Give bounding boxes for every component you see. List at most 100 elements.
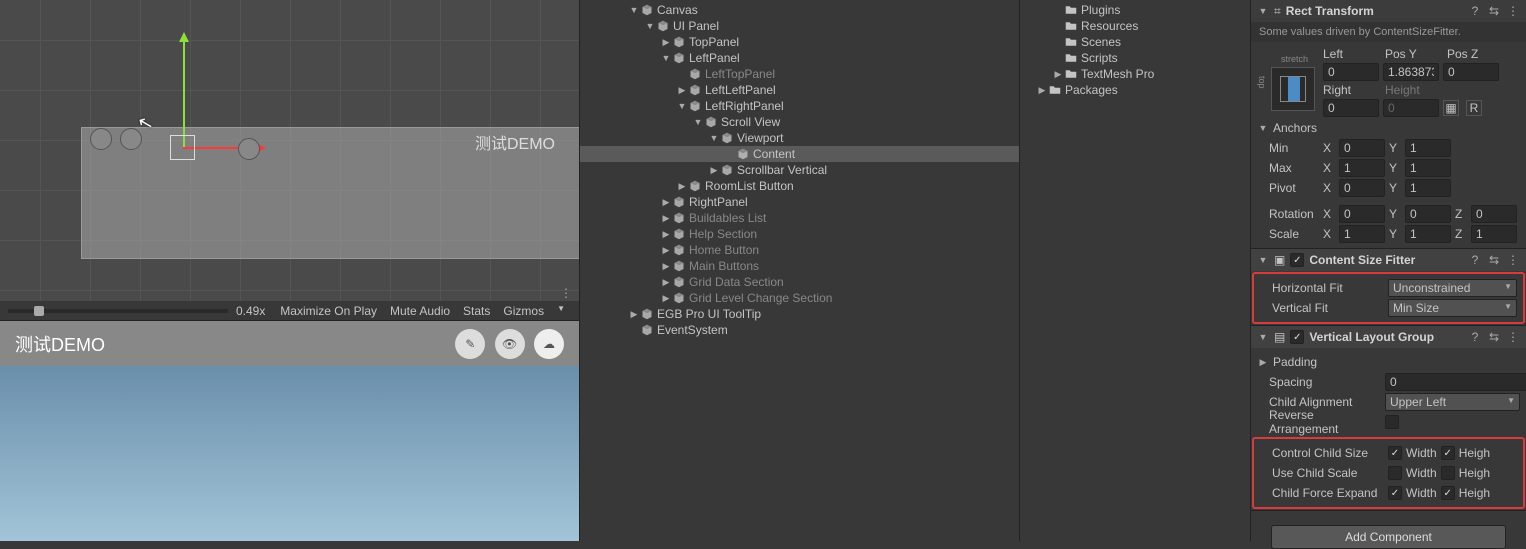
pivot-y[interactable] [1405, 179, 1451, 197]
foldout-icon[interactable] [660, 261, 672, 272]
usescale-height-checkbox[interactable] [1441, 466, 1455, 480]
menu-icon[interactable]: ⋮ [1506, 253, 1520, 267]
foldout-icon[interactable] [660, 53, 672, 63]
foldout-icon[interactable] [676, 181, 688, 192]
hierarchy-item[interactable]: EGB Pro UI ToolTip [580, 306, 1019, 322]
hierarchy-item[interactable]: Scrollbar Vertical [580, 162, 1019, 178]
hierarchy-item[interactable]: LeftTopPanel [580, 66, 1019, 82]
blueprint-mode-button[interactable]: ▦ [1443, 100, 1459, 116]
game-view[interactable]: 测试DEMO ✎ 👁 ☁ [0, 321, 579, 541]
spacing-field[interactable] [1385, 373, 1526, 391]
height-field[interactable] [1383, 99, 1439, 117]
foldout-icon[interactable] [644, 21, 656, 31]
foldout-icon[interactable] [1257, 255, 1269, 265]
control-height-checkbox[interactable] [1441, 446, 1455, 460]
hierarchy-item[interactable]: LeftLeftPanel [580, 82, 1019, 98]
hierarchy-item[interactable]: Grid Data Section [580, 274, 1019, 290]
foldout-icon[interactable] [660, 293, 672, 304]
stats-button[interactable]: Stats [457, 302, 496, 320]
anchor-max-x[interactable] [1339, 159, 1385, 177]
anchor-min-y[interactable] [1405, 139, 1451, 157]
rot-z[interactable] [1471, 205, 1517, 223]
anchor-min-x[interactable] [1339, 139, 1385, 157]
game-cloud-icon[interactable]: ☁ [534, 329, 564, 359]
mute-audio-button[interactable]: Mute Audio [384, 302, 456, 320]
raw-edit-button[interactable]: R [1466, 100, 1482, 116]
project-item[interactable]: TextMesh Pro [1020, 66, 1250, 82]
help-icon[interactable]: ? [1468, 4, 1482, 18]
project-item[interactable]: Scripts [1020, 50, 1250, 66]
posy-field[interactable] [1383, 63, 1439, 81]
left-field[interactable] [1323, 63, 1379, 81]
panel-menu-icon[interactable]: ⋮ [560, 286, 572, 300]
hierarchy-item[interactable]: RoomList Button [580, 178, 1019, 194]
hierarchy-item[interactable]: Scroll View [580, 114, 1019, 130]
hierarchy-item[interactable]: LeftPanel [580, 50, 1019, 66]
hierarchy-item[interactable]: Buildables List [580, 210, 1019, 226]
preset-icon[interactable]: ⇆ [1487, 330, 1501, 344]
scale-x[interactable] [1339, 225, 1385, 243]
hierarchy-item[interactable]: RightPanel [580, 194, 1019, 210]
hierarchy-item[interactable]: Canvas [580, 2, 1019, 18]
project-item[interactable]: Packages [1020, 82, 1250, 98]
foldout-icon[interactable] [692, 117, 704, 127]
project-item[interactable]: Resources [1020, 18, 1250, 34]
expand-height-checkbox[interactable] [1441, 486, 1455, 500]
rot-x[interactable] [1339, 205, 1385, 223]
horizontal-fit-dropdown[interactable]: Unconstrained [1388, 279, 1517, 297]
scene-view[interactable]: 测试DEMO [0, 0, 579, 301]
foldout-icon[interactable] [628, 5, 640, 15]
gizmos-button[interactable]: Gizmos [497, 302, 550, 320]
foldout-icon[interactable] [1257, 332, 1269, 342]
foldout-icon[interactable] [660, 197, 672, 208]
maximize-on-play-button[interactable]: Maximize On Play [274, 302, 383, 320]
game-edit-icon[interactable]: ✎ [455, 329, 485, 359]
foldout-icon[interactable] [708, 133, 720, 143]
foldout-icon[interactable] [676, 101, 688, 111]
posz-field[interactable] [1443, 63, 1499, 81]
foldout-icon[interactable] [708, 165, 720, 176]
preset-icon[interactable]: ⇆ [1487, 253, 1501, 267]
project-item[interactable]: Plugins [1020, 2, 1250, 18]
hierarchy-item[interactable]: EventSystem [580, 322, 1019, 338]
hierarchy-item[interactable]: Grid Level Change Section [580, 290, 1019, 306]
hierarchy-item[interactable]: Main Buttons [580, 258, 1019, 274]
expand-width-checkbox[interactable] [1388, 486, 1402, 500]
zoom-slider[interactable] [8, 309, 228, 313]
hierarchy-item[interactable]: TopPanel [580, 34, 1019, 50]
anchor-preset-button[interactable] [1271, 67, 1315, 111]
anchor-max-y[interactable] [1405, 159, 1451, 177]
foldout-icon[interactable] [1036, 85, 1048, 96]
menu-icon[interactable]: ⋮ [1506, 330, 1520, 344]
project-item[interactable]: Scenes [1020, 34, 1250, 50]
foldout-icon[interactable] [1257, 6, 1269, 16]
component-enabled-checkbox[interactable] [1290, 253, 1304, 267]
control-width-checkbox[interactable] [1388, 446, 1402, 460]
help-icon[interactable]: ? [1468, 253, 1482, 267]
right-field[interactable] [1323, 99, 1379, 117]
component-enabled-checkbox[interactable] [1290, 330, 1304, 344]
vertical-fit-dropdown[interactable]: Min Size [1388, 299, 1517, 317]
menu-icon[interactable]: ⋮ [1506, 4, 1520, 18]
foldout-icon[interactable] [1052, 69, 1064, 80]
scale-y[interactable] [1405, 225, 1451, 243]
hierarchy-item[interactable]: Viewport [580, 130, 1019, 146]
add-component-button[interactable]: Add Component [1271, 525, 1506, 549]
hierarchy-item[interactable]: Home Button [580, 242, 1019, 258]
hierarchy-item[interactable]: Content [580, 146, 1019, 162]
hierarchy-item[interactable]: LeftRightPanel [580, 98, 1019, 114]
scale-z[interactable] [1471, 225, 1517, 243]
preset-icon[interactable]: ⇆ [1487, 4, 1501, 18]
foldout-icon[interactable] [660, 37, 672, 48]
pivot-x[interactable] [1339, 179, 1385, 197]
gizmos-dropdown-icon[interactable]: ▼ [551, 302, 571, 320]
help-icon[interactable]: ? [1468, 330, 1482, 344]
foldout-icon[interactable] [628, 309, 640, 320]
hierarchy-item[interactable]: UI Panel [580, 18, 1019, 34]
rot-y[interactable] [1405, 205, 1451, 223]
game-eye-icon[interactable]: 👁 [495, 329, 525, 359]
hierarchy-item[interactable]: Help Section [580, 226, 1019, 242]
foldout-icon[interactable] [676, 85, 688, 96]
foldout-icon[interactable] [660, 245, 672, 256]
foldout-icon[interactable] [660, 213, 672, 224]
